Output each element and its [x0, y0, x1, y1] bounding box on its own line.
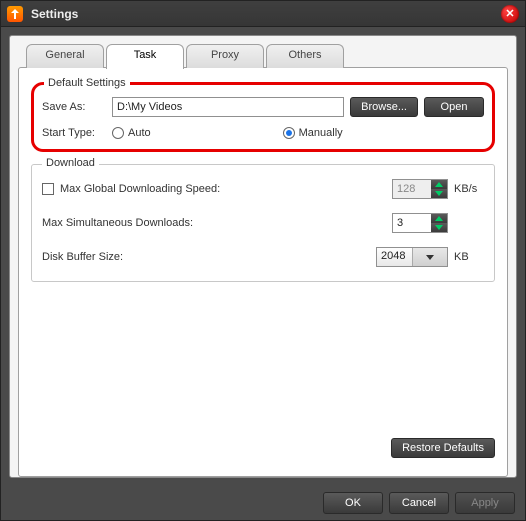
radio-manually-label: Manually — [299, 127, 343, 139]
save-as-input[interactable] — [112, 97, 344, 117]
spinner-max-global[interactable] — [392, 179, 448, 199]
radio-auto-label: Auto — [128, 127, 151, 139]
spinner-max-global-input — [393, 180, 431, 198]
dialog-button-bar: OK Cancel Apply — [1, 486, 525, 520]
chevron-down-icon[interactable] — [412, 248, 448, 266]
apply-button: Apply — [455, 492, 515, 514]
cancel-button[interactable]: Cancel — [389, 492, 449, 514]
legend-default-settings: Default Settings — [44, 77, 130, 89]
radio-manually-indicator — [283, 127, 295, 139]
spinner-max-sim-input[interactable] — [393, 214, 431, 232]
label-max-global: Max Global Downloading Speed: — [60, 183, 392, 195]
group-download: Download Max Global Downloading Speed: K… — [31, 164, 495, 282]
spinner-max-sim-down[interactable] — [431, 223, 447, 232]
tab-bar: General Task Proxy Others — [18, 44, 508, 68]
spinner-max-sim-up[interactable] — [431, 214, 447, 223]
radio-auto[interactable]: Auto — [112, 127, 151, 139]
ok-button[interactable]: OK — [323, 492, 383, 514]
app-icon — [7, 6, 23, 22]
label-save-as: Save As: — [42, 101, 106, 113]
group-default-settings: Default Settings Save As: Browse... Open… — [31, 82, 495, 152]
radio-auto-indicator — [112, 127, 124, 139]
tab-task[interactable]: Task — [106, 44, 184, 69]
window-title: Settings — [31, 7, 501, 21]
spinner-max-global-up[interactable] — [431, 180, 447, 189]
tab-panel-task: Default Settings Save As: Browse... Open… — [18, 67, 508, 477]
open-button[interactable]: Open — [424, 97, 484, 117]
spinner-max-global-down[interactable] — [431, 189, 447, 198]
tab-others[interactable]: Others — [266, 44, 344, 68]
settings-window: Settings ✕ General Task Proxy Others Def… — [0, 0, 526, 521]
client-area: General Task Proxy Others Default Settin… — [9, 35, 517, 478]
legend-download: Download — [42, 157, 99, 169]
tab-general[interactable]: General — [26, 44, 104, 68]
spinner-max-sim[interactable] — [392, 213, 448, 233]
label-start-type: Start Type: — [42, 127, 106, 139]
tab-proxy[interactable]: Proxy — [186, 44, 264, 68]
combo-buffer-value: 2048 — [377, 248, 412, 266]
browse-button[interactable]: Browse... — [350, 97, 418, 117]
label-buffer: Disk Buffer Size: — [42, 251, 376, 263]
restore-defaults-button[interactable]: Restore Defaults — [391, 438, 495, 458]
close-icon[interactable]: ✕ — [501, 5, 519, 23]
unit-buffer: KB — [454, 251, 484, 263]
checkbox-max-global[interactable] — [42, 183, 54, 195]
label-max-sim: Max Simultaneous Downloads: — [42, 217, 392, 229]
checkbox-max-global-box — [42, 183, 54, 195]
unit-max-global: KB/s — [454, 183, 484, 195]
titlebar: Settings ✕ — [1, 1, 525, 27]
combo-buffer[interactable]: 2048 — [376, 247, 448, 267]
radio-manually[interactable]: Manually — [283, 127, 343, 139]
